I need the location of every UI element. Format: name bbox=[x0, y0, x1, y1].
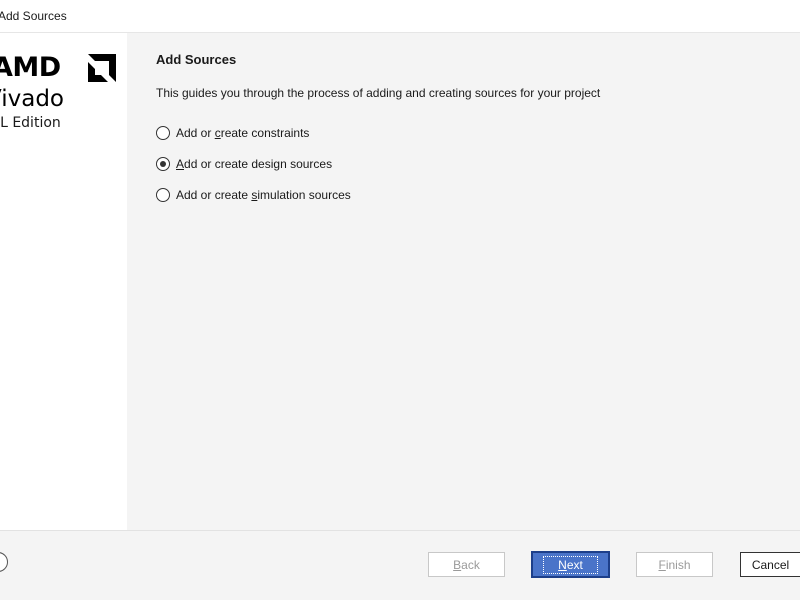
amd-arrow-icon bbox=[88, 54, 116, 82]
window-title: Add Sources bbox=[0, 9, 67, 23]
page-description: This guides you through the process of a… bbox=[156, 86, 601, 100]
back-button[interactable]: Back bbox=[428, 552, 505, 577]
cancel-button[interactable]: Cancel bbox=[740, 552, 800, 577]
wizard-page: Add Sources This guides you through the … bbox=[127, 33, 800, 530]
finish-button[interactable]: Finish bbox=[636, 552, 713, 577]
design-sources-radio[interactable] bbox=[156, 157, 170, 171]
product-name: Vivado bbox=[0, 86, 64, 112]
option-label: Add or create simulation sources bbox=[176, 188, 351, 202]
simulation-sources-radio[interactable] bbox=[156, 188, 170, 202]
help-icon[interactable] bbox=[0, 552, 8, 572]
dialog-footer: Back Next Finish Cancel bbox=[0, 530, 800, 600]
sidebar: AMD Vivado ML Edition bbox=[0, 33, 127, 530]
option-label: Add or create constraints bbox=[176, 126, 310, 140]
next-button[interactable]: Next bbox=[531, 551, 610, 578]
add-sources-dialog: Add Sources AMD Vivado ML Edition Add So… bbox=[0, 0, 800, 600]
option-label: Add or create design sources bbox=[176, 157, 333, 171]
amd-vivado-logo: AMD Vivado ML Edition bbox=[0, 51, 127, 146]
option-design-sources[interactable]: Add or create design sources bbox=[156, 155, 332, 173]
page-title: Add Sources bbox=[156, 52, 237, 67]
brand-wordmark: AMD bbox=[0, 52, 61, 83]
constraints-radio[interactable] bbox=[156, 126, 170, 140]
title-bar[interactable]: Add Sources bbox=[0, 0, 800, 33]
option-constraints[interactable]: Add or create constraints bbox=[156, 124, 309, 142]
option-simulation-sources[interactable]: Add or create simulation sources bbox=[156, 186, 351, 204]
product-edition: ML Edition bbox=[0, 115, 61, 131]
